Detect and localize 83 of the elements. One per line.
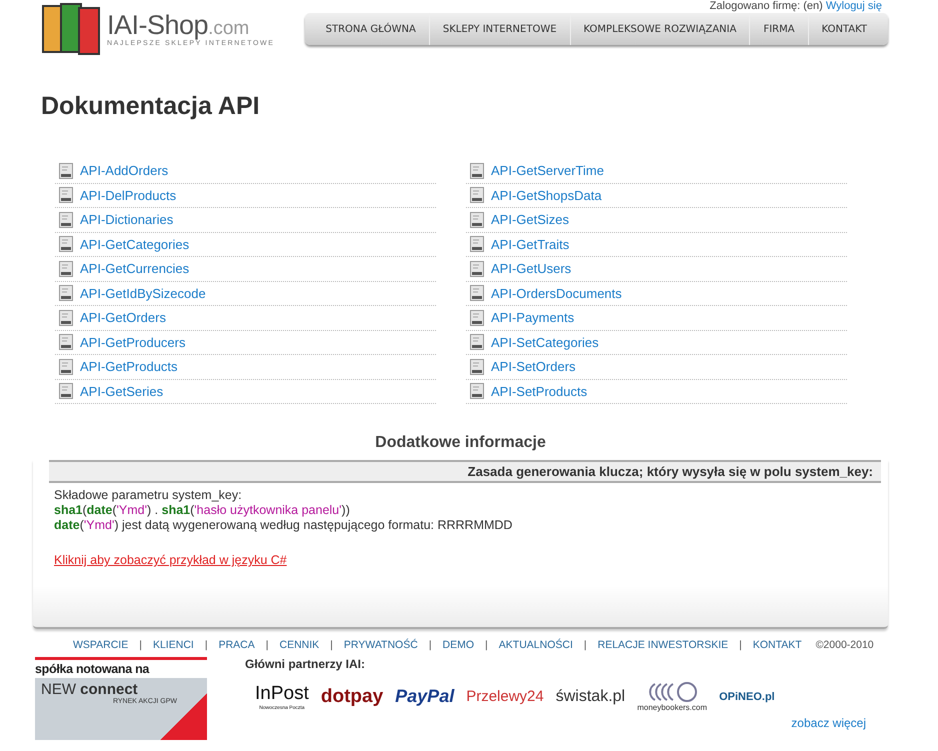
document-icon (469, 310, 485, 326)
document-icon (469, 383, 485, 400)
moneybookers-logo: moneybookers.com (637, 681, 708, 712)
partner-logo: dotpay (320, 686, 384, 708)
document-icon (58, 187, 74, 204)
document-icon (469, 212, 485, 228)
api-link[interactable]: API-GetUsers (491, 261, 572, 276)
api-link[interactable]: API-GetShopsData (491, 188, 602, 203)
nav-item[interactable]: KOMPLEKSOWE ROZWIĄZANIA (570, 13, 750, 45)
separator: | (264, 639, 270, 651)
api-link[interactable]: API-GetIdBySizecode (80, 286, 206, 301)
document-icon (58, 162, 74, 179)
partner-logo: OPiNEO.pl (719, 690, 775, 702)
document-icon (469, 285, 485, 302)
partner-logo: PayPal (395, 686, 454, 707)
api-link[interactable]: API-GetCategories (80, 236, 190, 252)
api-link[interactable]: API-SetProducts (491, 384, 588, 399)
document-icon (469, 187, 485, 204)
code-line: Składowe parametru system_key: (54, 488, 243, 503)
document-icon (469, 260, 485, 277)
document-icon (469, 162, 485, 179)
footer-link[interactable]: DEMO (442, 639, 474, 651)
footer-link[interactable]: PRACA (218, 639, 255, 651)
api-link[interactable]: API-OrdersDocuments (491, 286, 622, 301)
document-icon (58, 236, 74, 252)
separator: | (582, 639, 588, 651)
separator: | (738, 639, 743, 651)
footer-link[interactable]: WSPARCIE (73, 639, 128, 651)
table-header: Zasada generowania klucza; który wysyła się w polu system_key: (49, 460, 881, 483)
api-link[interactable]: API-GetOrders (80, 310, 166, 326)
partners-title: Główni partnerzy IAI: (245, 657, 366, 671)
api-link[interactable]: API-GetSizes (491, 212, 570, 228)
page-title: Dokumentacja API (41, 92, 261, 121)
document-icon (58, 358, 74, 375)
partner-logo: Przelewy24 (466, 688, 544, 705)
api-link[interactable]: API-AddOrders (80, 163, 168, 178)
document-icon (469, 358, 485, 375)
api-link[interactable]: API-SetOrders (491, 359, 576, 374)
api-link[interactable]: API-Dictionaries (80, 212, 174, 228)
footer-link[interactable]: RELACJE INWESTORSKIE (598, 639, 728, 651)
document-icon (469, 236, 485, 252)
login-status: Zalogowano firmę: (en) Wyloguj się (710, 0, 882, 12)
logo-icon (41, 2, 103, 56)
code-line: date('Ymd') jest datą wygenerowaną według następującego formatu: RRRRMMDD (54, 518, 514, 533)
api-link[interactable]: API-DelProducts (80, 188, 176, 203)
footer-link[interactable]: PRYWATNOŚĆ (344, 639, 418, 651)
separator: | (138, 639, 143, 651)
example-link[interactable]: Kliknij aby zobaczyć przykład w języku C# (54, 553, 287, 567)
separator: | (329, 639, 334, 651)
footer-link[interactable]: KLIENCI (152, 639, 194, 651)
nav-item[interactable]: STRONA GŁÓWNA (312, 13, 430, 45)
document-icon (58, 310, 74, 326)
document-icon (58, 334, 74, 350)
footer-link[interactable]: CENNIK (279, 639, 320, 651)
nav-item[interactable]: SKLEPY INTERNETOWE (430, 13, 571, 45)
api-link[interactable]: API-GetProducers (80, 334, 186, 350)
logo-name: IAI-Shop (107, 10, 208, 40)
document-icon (58, 285, 74, 302)
separator: | (428, 639, 433, 651)
api-link[interactable]: API-SetCategories (491, 334, 599, 350)
partner-logo: świstak.pl (556, 688, 626, 706)
api-link[interactable]: API-GetTraits (491, 236, 570, 252)
api-link[interactable]: API-GetProducts (80, 359, 178, 374)
api-link[interactable]: API-Payments (491, 310, 574, 326)
api-link[interactable]: API-GetSeries (80, 384, 164, 399)
footer-link[interactable]: AKTUALNOŚCI (498, 639, 573, 651)
document-icon (469, 334, 485, 350)
logo-domain: .com (208, 18, 250, 39)
nav-item[interactable]: KONTAKT (808, 13, 880, 45)
footer-link[interactable]: KONTAKT (752, 639, 802, 651)
document-icon (58, 212, 74, 228)
separator: | (204, 639, 209, 651)
see-more-link[interactable]: zobacz więcej (791, 716, 866, 730)
document-icon (58, 260, 74, 277)
nav-item[interactable]: FIRMA (750, 13, 809, 45)
logout-link[interactable]: Wyloguj się (826, 0, 882, 12)
copyright: ©2000-2010 (816, 639, 874, 651)
api-link[interactable]: API-GetServerTime (491, 163, 604, 178)
separator: | (484, 639, 489, 651)
code-line: sha1(date('Ymd') . sha1('hasło użytkownika panelu')) (54, 503, 351, 518)
section-title: Dodatkowe informacje (374, 434, 547, 452)
document-icon (58, 383, 74, 400)
api-link[interactable]: API-GetCurrencies (80, 261, 190, 276)
